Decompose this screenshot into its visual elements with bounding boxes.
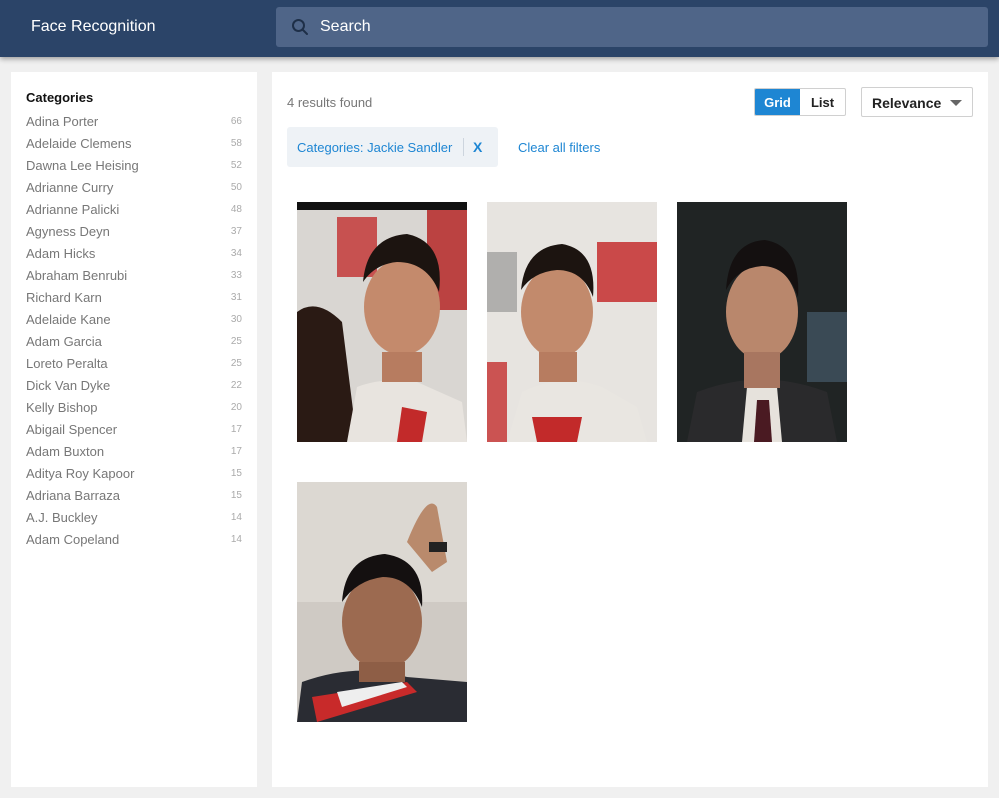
- category-label: Aditya Roy Kapoor: [26, 466, 135, 481]
- category-label: Adrianne Palicki: [26, 202, 120, 217]
- category-item[interactable]: Adriana Barraza 15: [26, 485, 242, 507]
- category-count: 25: [230, 358, 242, 369]
- category-item[interactable]: Abigail Spencer 17: [26, 419, 242, 441]
- category-count: 33: [230, 270, 242, 281]
- category-label: Richard Karn: [26, 290, 102, 305]
- chevron-down-icon: [950, 100, 962, 106]
- category-count: 52: [230, 160, 242, 171]
- category-item[interactable]: Loreto Peralta 25: [26, 353, 242, 375]
- active-filter-chip: Categories: Jackie Sandler X: [287, 127, 498, 167]
- category-count: 20: [230, 402, 242, 413]
- category-count: 15: [230, 468, 242, 479]
- category-item[interactable]: Agyness Deyn 37: [26, 221, 242, 243]
- clear-all-filters-link[interactable]: Clear all filters: [518, 140, 600, 155]
- category-item[interactable]: Adam Buxton 17: [26, 441, 242, 463]
- category-count: 17: [230, 446, 242, 457]
- sort-dropdown[interactable]: Relevance: [861, 87, 973, 117]
- search-icon: [291, 18, 309, 36]
- category-label: Adelaide Kane: [26, 312, 111, 327]
- view-toggle: Grid List: [754, 88, 846, 116]
- category-item[interactable]: Adam Copeland 14: [26, 529, 242, 551]
- sort-selected-value: Relevance: [872, 95, 942, 111]
- filter-chip-label: Categories: Jackie Sandler: [297, 140, 453, 155]
- category-label: Adina Porter: [26, 114, 99, 129]
- category-item[interactable]: Aditya Roy Kapoor 15: [26, 463, 242, 485]
- category-label: Kelly Bishop: [26, 400, 98, 415]
- chip-divider: [463, 138, 464, 156]
- category-count: 31: [230, 292, 242, 303]
- category-label: Adam Hicks: [26, 246, 96, 261]
- category-count: 25: [230, 336, 242, 347]
- category-item[interactable]: Adam Hicks 34: [26, 243, 242, 265]
- app-title: Face Recognition: [31, 18, 156, 35]
- category-item[interactable]: Kelly Bishop 20: [26, 397, 242, 419]
- category-label: Adelaide Clemens: [26, 136, 132, 151]
- category-count: 14: [230, 512, 242, 523]
- result-image[interactable]: [297, 202, 467, 442]
- category-count: 22: [230, 380, 242, 391]
- results-count: 4 results found: [287, 95, 373, 110]
- list-view-button[interactable]: List: [800, 89, 845, 115]
- category-count: 30: [230, 314, 242, 325]
- category-count: 48: [230, 204, 242, 215]
- category-item[interactable]: Dawna Lee Heising 52: [26, 155, 242, 177]
- category-label: Loreto Peralta: [26, 356, 108, 371]
- sidebar-title: Categories: [26, 90, 94, 105]
- result-image[interactable]: [297, 482, 467, 722]
- categories-sidebar: Categories Adina Porter 66 Adelaide Cleme…: [11, 72, 257, 787]
- category-count: 50: [230, 182, 242, 193]
- category-item[interactable]: A.J. Buckley 14: [26, 507, 242, 529]
- category-label: A.J. Buckley: [26, 510, 98, 525]
- search-input[interactable]: [320, 7, 970, 47]
- category-label: Abigail Spencer: [26, 422, 118, 437]
- category-label: Abraham Benrubi: [26, 268, 128, 283]
- remove-filter-button[interactable]: X: [473, 139, 482, 155]
- category-count: 14: [230, 534, 242, 545]
- results-panel: 4 results found Grid List Relevance Cate…: [272, 72, 988, 787]
- category-label: Dawna Lee Heising: [26, 158, 139, 173]
- category-item[interactable]: Adelaide Kane 30: [26, 309, 242, 331]
- top-bar: Face Recognition: [0, 0, 999, 57]
- category-label: Adriana Barraza: [26, 488, 120, 503]
- category-label: Adam Copeland: [26, 532, 120, 547]
- category-item[interactable]: Richard Karn 31: [26, 287, 242, 309]
- category-label: Adam Buxton: [26, 444, 105, 459]
- category-item[interactable]: Abraham Benrubi 33: [26, 265, 242, 287]
- category-item[interactable]: Dick Van Dyke 22: [26, 375, 242, 397]
- category-count: 34: [230, 248, 242, 259]
- result-image[interactable]: [677, 202, 847, 442]
- category-item[interactable]: Adam Garcia 25: [26, 331, 242, 353]
- category-list: Adina Porter 66 Adelaide Clemens 58 Dawna …: [26, 111, 242, 551]
- category-label: Dick Van Dyke: [26, 378, 111, 393]
- category-count: 37: [230, 226, 242, 237]
- search-bar[interactable]: [276, 7, 988, 47]
- category-item[interactable]: Adrianne Palicki 48: [26, 199, 242, 221]
- category-count: 15: [230, 490, 242, 501]
- result-image[interactable]: [487, 202, 657, 442]
- category-label: Agyness Deyn: [26, 224, 110, 239]
- category-count: 66: [230, 116, 242, 127]
- category-item[interactable]: Adina Porter 66: [26, 111, 242, 133]
- category-item[interactable]: Adrianne Curry 50: [26, 177, 242, 199]
- category-count: 17: [230, 424, 242, 435]
- grid-view-button[interactable]: Grid: [755, 89, 800, 115]
- category-label: Adrianne Curry: [26, 180, 114, 195]
- category-label: Adam Garcia: [26, 334, 102, 349]
- category-item[interactable]: Adelaide Clemens 58: [26, 133, 242, 155]
- category-count: 58: [230, 138, 242, 149]
